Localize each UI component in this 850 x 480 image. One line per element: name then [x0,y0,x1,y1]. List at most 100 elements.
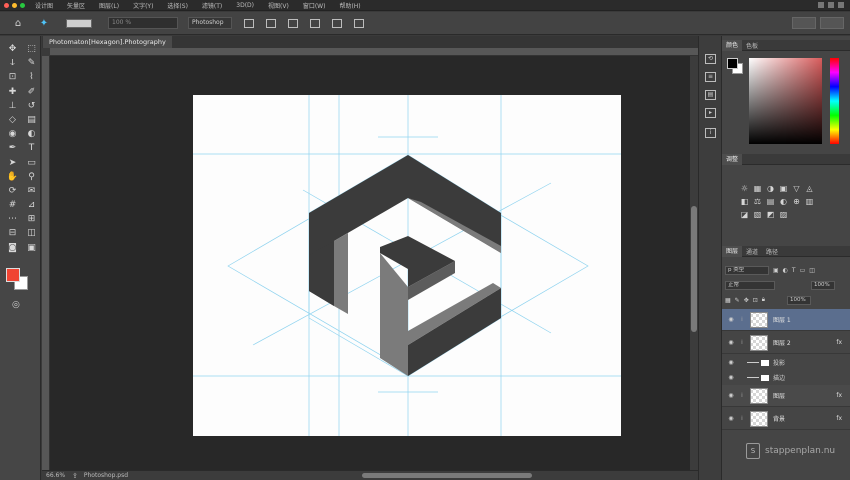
custom-shape-tool-icon[interactable]: ✦ [36,18,52,29]
zoom-level[interactable]: 66.6% [42,472,72,479]
document-tab[interactable]: Photomaton[Hexagon].Photography [43,36,172,48]
screen-mode-icon[interactable]: ▣ [24,241,39,255]
lock-position-icon[interactable]: ✥ [744,297,749,304]
layer-row[interactable]: ◉ ⁞ 图层 fx [722,385,850,407]
brush-tool-icon[interactable]: ✐ [24,85,39,99]
spot-heal-tool-icon[interactable]: ✚ [5,85,20,99]
hue-slider[interactable] [830,58,839,144]
libraries-panel-icon[interactable]: ▤ [705,90,716,100]
hand-tool-icon[interactable]: ✋ [5,170,20,184]
layer-name[interactable]: 图层 2 [773,338,836,347]
properties-panel-icon[interactable]: ≡ [705,72,716,82]
selective-color-adjustment-icon[interactable]: ◩ [764,210,777,223]
menu-file[interactable]: 设计图 [35,1,53,10]
gear-icon[interactable] [310,18,320,28]
vertical-scroll-thumb[interactable] [691,206,697,332]
history-brush-tool-icon[interactable]: ↺ [24,99,39,113]
hue-saturation-adjustment-icon[interactable]: ◬ [803,184,816,197]
layer-row[interactable]: ◉ ⁞ 图层 1 [722,309,850,331]
align-edges-icon[interactable] [332,18,342,28]
layer-row[interactable]: ◉ ⁞ 图层 2 fx [722,332,850,354]
threshold-adjustment-icon[interactable]: ▧ [751,210,764,223]
menu-layer[interactable]: 文字(Y) [133,1,153,10]
gradient-map-adjustment-icon[interactable]: ▨ [777,210,790,223]
minimize-window-button[interactable] [12,2,17,8]
tab-adjustments[interactable]: 调整 [722,153,743,165]
home-icon[interactable]: ⌂ [10,18,26,29]
eye-icon[interactable]: ◉ [727,316,735,323]
quick-select-tool-icon[interactable]: ✎ [24,56,39,70]
eye-icon[interactable]: ◉ [727,359,735,366]
menu-type[interactable]: 选择(S) [167,1,188,10]
effect-name[interactable]: 投影 [773,358,785,367]
exposure-adjustment-icon[interactable]: ▣ [777,184,790,197]
path-align-icon[interactable] [266,18,276,28]
lock-pixels-icon[interactable]: ▦ [725,297,731,304]
photo-filter-adjustment-icon[interactable]: ▤ [764,197,777,210]
lock-artboard-icon[interactable]: ⊡ [753,297,758,304]
invert-adjustment-icon[interactable]: ▥ [803,197,816,210]
color-picker-field[interactable] [749,58,822,144]
rotate-view-icon[interactable]: ⟳ [5,184,20,198]
layer-row[interactable]: ◉ ⁞ 背景 fx [722,408,850,430]
effect-row[interactable]: ◉ 描边 [722,370,850,385]
horizontal-ruler[interactable] [50,48,698,56]
smart-filter-icon[interactable]: ◫ [809,267,815,274]
channel-mixer-adjustment-icon[interactable]: ◐ [777,197,790,210]
tab-paths[interactable]: 路径 [762,247,782,256]
opacity-input[interactable]: 100% [811,280,835,290]
posterize-adjustment-icon[interactable]: ◪ [738,210,751,223]
clone-stamp-tool-icon[interactable]: ⊥ [5,99,20,113]
quick-mask-icon[interactable]: ◙ [5,241,20,255]
lock-all-icon[interactable]: 🔒︎ [762,296,765,304]
layer-kind-filter[interactable]: p 类型 [725,265,769,275]
menu-view[interactable]: 窗口(W) [303,1,326,10]
panel-foreground-color[interactable] [727,58,738,69]
tab-swatches[interactable]: 色板 [742,41,762,50]
fill-swatch[interactable] [66,18,92,28]
fx-icon[interactable]: fx [836,415,842,422]
close-window-button[interactable] [4,2,9,8]
tab-channels[interactable]: 通道 [742,247,762,256]
blur-tool-icon[interactable]: ◉ [5,127,20,141]
info-panel-icon[interactable]: i [705,128,716,138]
lasso-tool-icon[interactable]: ↆ [5,56,20,70]
vertical-scrollbar[interactable] [690,56,698,470]
preset-dropdown[interactable]: Photoshop [188,17,232,29]
layer-name[interactable]: 图层 [773,391,836,400]
type-filter-icon[interactable]: T [792,267,796,274]
layer-name[interactable]: 背景 [773,414,836,423]
constrain-icon[interactable] [354,18,364,28]
vertical-ruler[interactable] [42,56,50,470]
zoom-window-button[interactable] [20,2,25,8]
curves-adjustment-icon[interactable]: ◑ [764,184,777,197]
eye-icon[interactable]: ◉ [727,339,735,346]
layer-name[interactable]: 图层 1 [773,315,850,324]
eraser-tool-icon[interactable]: ◇ [5,113,20,127]
effect-row[interactable]: ◉ 投影 [722,355,850,370]
edit-toolbar-icon[interactable]: ⋯ [5,212,20,226]
actions-panel-icon[interactable]: ▸ [705,108,716,118]
frame-tool-icon[interactable]: ⊞ [24,212,39,226]
path-arrange-icon[interactable] [288,18,298,28]
count-tool-icon[interactable]: # [5,198,20,212]
path-select-tool-icon[interactable]: ➤ [5,156,20,170]
dodge-tool-icon[interactable]: ◐ [24,127,39,141]
tab-color[interactable]: 颜色 [722,39,743,51]
lock-paint-icon[interactable]: ✎ [735,297,740,304]
shape-filter-icon[interactable]: ▭ [800,267,806,274]
tab-layers[interactable]: 图层 [722,245,743,257]
color-balance-adjustment-icon[interactable]: ◧ [738,197,751,210]
black-white-adjustment-icon[interactable]: ⚖ [751,197,764,210]
zoom-tool-icon[interactable]: ⚲ [24,170,39,184]
crop-tool-icon[interactable]: ⊡ [5,70,20,84]
eye-icon[interactable]: ◉ [727,415,735,422]
menu-select[interactable]: 滤镜(T) [202,1,222,10]
search-field[interactable] [792,17,816,29]
search-icon[interactable] [838,2,844,8]
eye-icon[interactable]: ◉ [727,392,735,399]
fx-icon[interactable]: fx [836,392,842,399]
adjustment-filter-icon[interactable]: ◐ [783,267,788,274]
menu-window[interactable]: 帮助(H) [339,1,360,10]
canvas-area[interactable] [50,56,690,470]
